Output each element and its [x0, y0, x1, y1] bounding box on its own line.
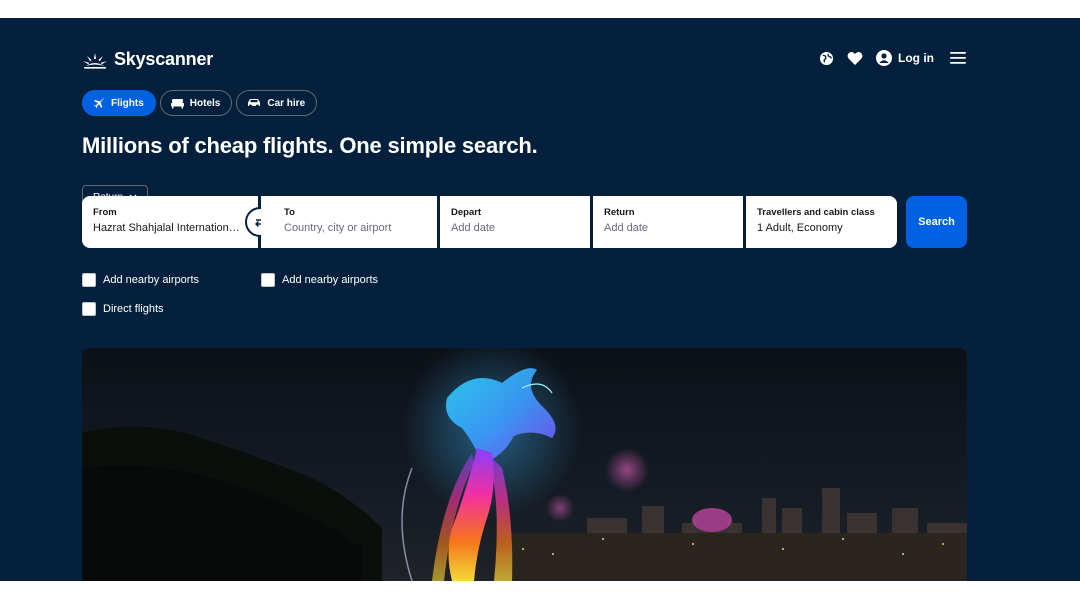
- product-tabs: Flights Hotels Car hire: [82, 90, 318, 116]
- tab-flights-label: Flights: [111, 97, 144, 109]
- return-label: Return: [604, 207, 635, 218]
- login-label: Log in: [898, 51, 934, 65]
- return-field[interactable]: Return Add date: [593, 196, 743, 248]
- to-placeholder: Country, city or airport: [284, 222, 392, 234]
- depart-placeholder: Add date: [451, 222, 496, 234]
- checkbox-box[interactable]: [82, 302, 96, 316]
- nearby-from-checkbox[interactable]: Add nearby airports: [82, 273, 199, 287]
- tab-car-hire-label: Car hire: [267, 97, 306, 109]
- search-button[interactable]: Search: [906, 196, 967, 248]
- heart-icon[interactable]: [847, 50, 863, 66]
- from-label: From: [93, 207, 117, 218]
- hero-image: [82, 348, 967, 581]
- tab-hotels[interactable]: Hotels: [159, 90, 233, 116]
- nearby-to-checkbox[interactable]: Add nearby airports: [261, 273, 378, 287]
- to-label: To: [284, 207, 295, 218]
- from-value: Hazrat Shahjalal International...: [93, 222, 243, 234]
- user-icon: [876, 50, 892, 66]
- car-icon: [248, 99, 261, 108]
- page-title: Millions of cheap flights. One simple se…: [82, 133, 538, 158]
- bed-icon: [170, 98, 184, 108]
- checkbox-box[interactable]: [261, 273, 275, 287]
- tab-hotels-label: Hotels: [189, 97, 221, 109]
- from-field[interactable]: From Hazrat Shahjalal International...: [82, 196, 258, 248]
- page: Skyscanner Log in Flights Hotels Car hir…: [0, 0, 1080, 600]
- login-button[interactable]: Log in: [876, 50, 934, 66]
- globe-icon[interactable]: [818, 50, 834, 66]
- menu-icon[interactable]: [950, 50, 966, 66]
- plane-icon: [94, 98, 105, 109]
- nearby-to-label: Add nearby airports: [282, 274, 378, 286]
- depart-field[interactable]: Depart Add date: [440, 196, 590, 248]
- travellers-value: 1 Adult, Economy: [757, 222, 843, 234]
- nearby-from-label: Add nearby airports: [103, 274, 199, 286]
- direct-flights-label: Direct flights: [103, 303, 164, 315]
- checkbox-box[interactable]: [82, 273, 96, 287]
- sunrise-logo-icon: [83, 52, 107, 69]
- to-field[interactable]: To Country, city or airport: [261, 196, 437, 248]
- return-placeholder: Add date: [604, 222, 649, 234]
- travellers-label: Travellers and cabin class: [757, 207, 875, 218]
- tab-car-hire[interactable]: Car hire: [236, 90, 318, 116]
- direct-flights-checkbox[interactable]: Direct flights: [82, 302, 164, 316]
- depart-label: Depart: [451, 207, 482, 218]
- travellers-field[interactable]: Travellers and cabin class 1 Adult, Econ…: [746, 196, 897, 248]
- skyscanner-logo[interactable]: Skyscanner: [82, 49, 213, 70]
- header-actions: Log in: [818, 50, 966, 66]
- tab-flights[interactable]: Flights: [82, 90, 156, 116]
- brand-name: Skyscanner: [114, 49, 214, 69]
- hero-illustration: [82, 348, 967, 581]
